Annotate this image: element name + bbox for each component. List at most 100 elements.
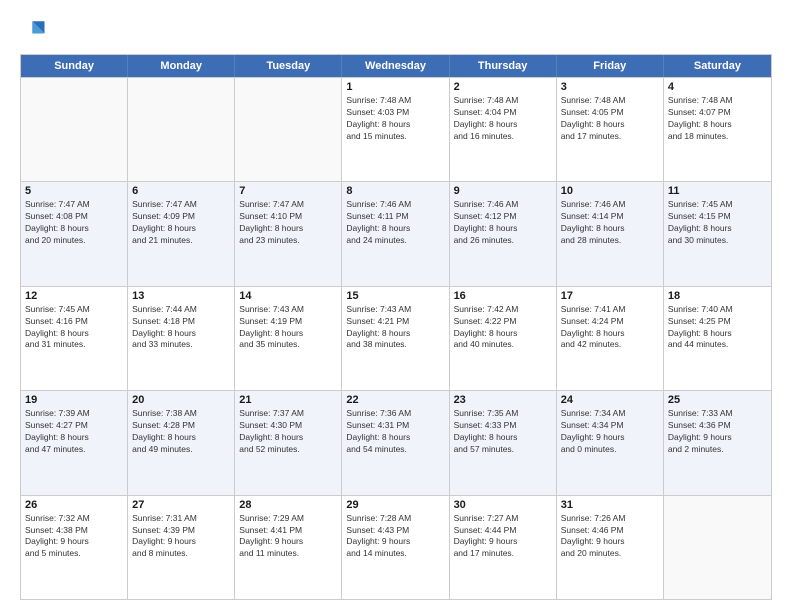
day-number: 7: [239, 185, 337, 197]
calendar-cell: 13 Sunrise: 7:44 AM Sunset: 4:18 PM Dayli…: [128, 287, 235, 390]
calendar-cell: [21, 78, 128, 181]
day-info: Sunrise: 7:27 AM Sunset: 4:44 PM Dayligh…: [454, 513, 552, 561]
day-number: 3: [561, 81, 659, 93]
calendar-header: SundayMondayTuesdayWednesdayThursdayFrid…: [21, 55, 771, 77]
calendar-row: 5 Sunrise: 7:47 AM Sunset: 4:08 PM Daylig…: [21, 181, 771, 285]
calendar-cell: 27 Sunrise: 7:31 AM Sunset: 4:39 PM Dayli…: [128, 496, 235, 599]
day-number: 16: [454, 290, 552, 302]
calendar-header-day: Sunday: [21, 55, 128, 77]
day-number: 21: [239, 394, 337, 406]
day-info: Sunrise: 7:46 AM Sunset: 4:11 PM Dayligh…: [346, 199, 444, 247]
day-number: 18: [668, 290, 767, 302]
day-number: 27: [132, 499, 230, 511]
day-info: Sunrise: 7:38 AM Sunset: 4:28 PM Dayligh…: [132, 408, 230, 456]
day-info: Sunrise: 7:41 AM Sunset: 4:24 PM Dayligh…: [561, 304, 659, 352]
day-number: 5: [25, 185, 123, 197]
page: SundayMondayTuesdayWednesdayThursdayFrid…: [0, 0, 792, 612]
logo-icon: [20, 16, 48, 44]
calendar-cell: 24Sunrise: 7:34 AM Sunset: 4:34 PM Dayli…: [557, 391, 664, 494]
calendar-cell: 23 Sunrise: 7:35 AM Sunset: 4:33 PM Dayli…: [450, 391, 557, 494]
day-info: Sunrise: 7:47 AM Sunset: 4:08 PM Dayligh…: [25, 199, 123, 247]
calendar-cell: 15 Sunrise: 7:43 AM Sunset: 4:21 PM Dayli…: [342, 287, 449, 390]
day-info: Sunrise: 7:43 AM Sunset: 4:21 PM Dayligh…: [346, 304, 444, 352]
calendar-body: 1 Sunrise: 7:48 AM Sunset: 4:03 PM Daylig…: [21, 77, 771, 599]
day-info: Sunrise: 7:48 AM Sunset: 4:07 PM Dayligh…: [668, 95, 767, 143]
day-number: 6: [132, 185, 230, 197]
calendar-row: 19Sunrise: 7:39 AM Sunset: 4:27 PM Dayli…: [21, 390, 771, 494]
day-info: Sunrise: 7:46 AM Sunset: 4:12 PM Dayligh…: [454, 199, 552, 247]
calendar-cell: 22 Sunrise: 7:36 AM Sunset: 4:31 PM Dayli…: [342, 391, 449, 494]
day-info: Sunrise: 7:47 AM Sunset: 4:10 PM Dayligh…: [239, 199, 337, 247]
day-number: 22: [346, 394, 444, 406]
day-info: Sunrise: 7:42 AM Sunset: 4:22 PM Dayligh…: [454, 304, 552, 352]
calendar-cell: 26 Sunrise: 7:32 AM Sunset: 4:38 PM Dayli…: [21, 496, 128, 599]
day-info: Sunrise: 7:26 AM Sunset: 4:46 PM Dayligh…: [561, 513, 659, 561]
day-info: Sunrise: 7:48 AM Sunset: 4:05 PM Dayligh…: [561, 95, 659, 143]
day-number: 10: [561, 185, 659, 197]
day-info: Sunrise: 7:37 AM Sunset: 4:30 PM Dayligh…: [239, 408, 337, 456]
day-info: Sunrise: 7:40 AM Sunset: 4:25 PM Dayligh…: [668, 304, 767, 352]
calendar-cell: 11 Sunrise: 7:45 AM Sunset: 4:15 PM Dayli…: [664, 182, 771, 285]
calendar-cell: 18 Sunrise: 7:40 AM Sunset: 4:25 PM Dayli…: [664, 287, 771, 390]
day-number: 11: [668, 185, 767, 197]
day-info: Sunrise: 7:33 AM Sunset: 4:36 PM Dayligh…: [668, 408, 767, 456]
calendar-cell: [664, 496, 771, 599]
calendar-cell: 10 Sunrise: 7:46 AM Sunset: 4:14 PM Dayli…: [557, 182, 664, 285]
day-info: Sunrise: 7:48 AM Sunset: 4:03 PM Dayligh…: [346, 95, 444, 143]
logo: [20, 16, 52, 44]
day-number: 15: [346, 290, 444, 302]
day-number: 23: [454, 394, 552, 406]
calendar-cell: 20 Sunrise: 7:38 AM Sunset: 4:28 PM Dayli…: [128, 391, 235, 494]
calendar-cell: [128, 78, 235, 181]
calendar-cell: 16 Sunrise: 7:42 AM Sunset: 4:22 PM Dayli…: [450, 287, 557, 390]
calendar-cell: 1 Sunrise: 7:48 AM Sunset: 4:03 PM Daylig…: [342, 78, 449, 181]
calendar-header-day: Monday: [128, 55, 235, 77]
day-number: 28: [239, 499, 337, 511]
day-number: 26: [25, 499, 123, 511]
calendar-row: 12 Sunrise: 7:45 AM Sunset: 4:16 PM Dayli…: [21, 286, 771, 390]
calendar-cell: [235, 78, 342, 181]
calendar-cell: 2Sunrise: 7:48 AM Sunset: 4:04 PM Daylig…: [450, 78, 557, 181]
calendar-cell: 7 Sunrise: 7:47 AM Sunset: 4:10 PM Daylig…: [235, 182, 342, 285]
calendar-cell: 17 Sunrise: 7:41 AM Sunset: 4:24 PM Dayli…: [557, 287, 664, 390]
day-info: Sunrise: 7:43 AM Sunset: 4:19 PM Dayligh…: [239, 304, 337, 352]
day-info: Sunrise: 7:45 AM Sunset: 4:16 PM Dayligh…: [25, 304, 123, 352]
calendar-cell: 21 Sunrise: 7:37 AM Sunset: 4:30 PM Dayli…: [235, 391, 342, 494]
day-number: 12: [25, 290, 123, 302]
day-number: 1: [346, 81, 444, 93]
day-info: Sunrise: 7:46 AM Sunset: 4:14 PM Dayligh…: [561, 199, 659, 247]
calendar-cell: 6 Sunrise: 7:47 AM Sunset: 4:09 PM Daylig…: [128, 182, 235, 285]
calendar-cell: 12 Sunrise: 7:45 AM Sunset: 4:16 PM Dayli…: [21, 287, 128, 390]
day-info: Sunrise: 7:48 AM Sunset: 4:04 PM Dayligh…: [454, 95, 552, 143]
day-info: Sunrise: 7:35 AM Sunset: 4:33 PM Dayligh…: [454, 408, 552, 456]
day-info: Sunrise: 7:32 AM Sunset: 4:38 PM Dayligh…: [25, 513, 123, 561]
day-info: Sunrise: 7:47 AM Sunset: 4:09 PM Dayligh…: [132, 199, 230, 247]
header: [20, 16, 772, 44]
day-number: 17: [561, 290, 659, 302]
day-info: Sunrise: 7:36 AM Sunset: 4:31 PM Dayligh…: [346, 408, 444, 456]
day-number: 31: [561, 499, 659, 511]
day-info: Sunrise: 7:45 AM Sunset: 4:15 PM Dayligh…: [668, 199, 767, 247]
day-number: 13: [132, 290, 230, 302]
day-number: 30: [454, 499, 552, 511]
day-number: 29: [346, 499, 444, 511]
day-info: Sunrise: 7:39 AM Sunset: 4:27 PM Dayligh…: [25, 408, 123, 456]
day-number: 8: [346, 185, 444, 197]
day-info: Sunrise: 7:31 AM Sunset: 4:39 PM Dayligh…: [132, 513, 230, 561]
calendar-header-day: Friday: [557, 55, 664, 77]
calendar-header-day: Saturday: [664, 55, 771, 77]
calendar-cell: 3 Sunrise: 7:48 AM Sunset: 4:05 PM Daylig…: [557, 78, 664, 181]
day-number: 24: [561, 394, 659, 406]
calendar: SundayMondayTuesdayWednesdayThursdayFrid…: [20, 54, 772, 600]
calendar-cell: 14Sunrise: 7:43 AM Sunset: 4:19 PM Dayli…: [235, 287, 342, 390]
day-number: 25: [668, 394, 767, 406]
calendar-header-day: Tuesday: [235, 55, 342, 77]
day-number: 20: [132, 394, 230, 406]
day-info: Sunrise: 7:44 AM Sunset: 4:18 PM Dayligh…: [132, 304, 230, 352]
day-number: 9: [454, 185, 552, 197]
calendar-cell: 30 Sunrise: 7:27 AM Sunset: 4:44 PM Dayli…: [450, 496, 557, 599]
calendar-cell: 28Sunrise: 7:29 AM Sunset: 4:41 PM Dayli…: [235, 496, 342, 599]
calendar-cell: 8 Sunrise: 7:46 AM Sunset: 4:11 PM Daylig…: [342, 182, 449, 285]
calendar-row: 26 Sunrise: 7:32 AM Sunset: 4:38 PM Dayli…: [21, 495, 771, 599]
calendar-cell: 19Sunrise: 7:39 AM Sunset: 4:27 PM Dayli…: [21, 391, 128, 494]
